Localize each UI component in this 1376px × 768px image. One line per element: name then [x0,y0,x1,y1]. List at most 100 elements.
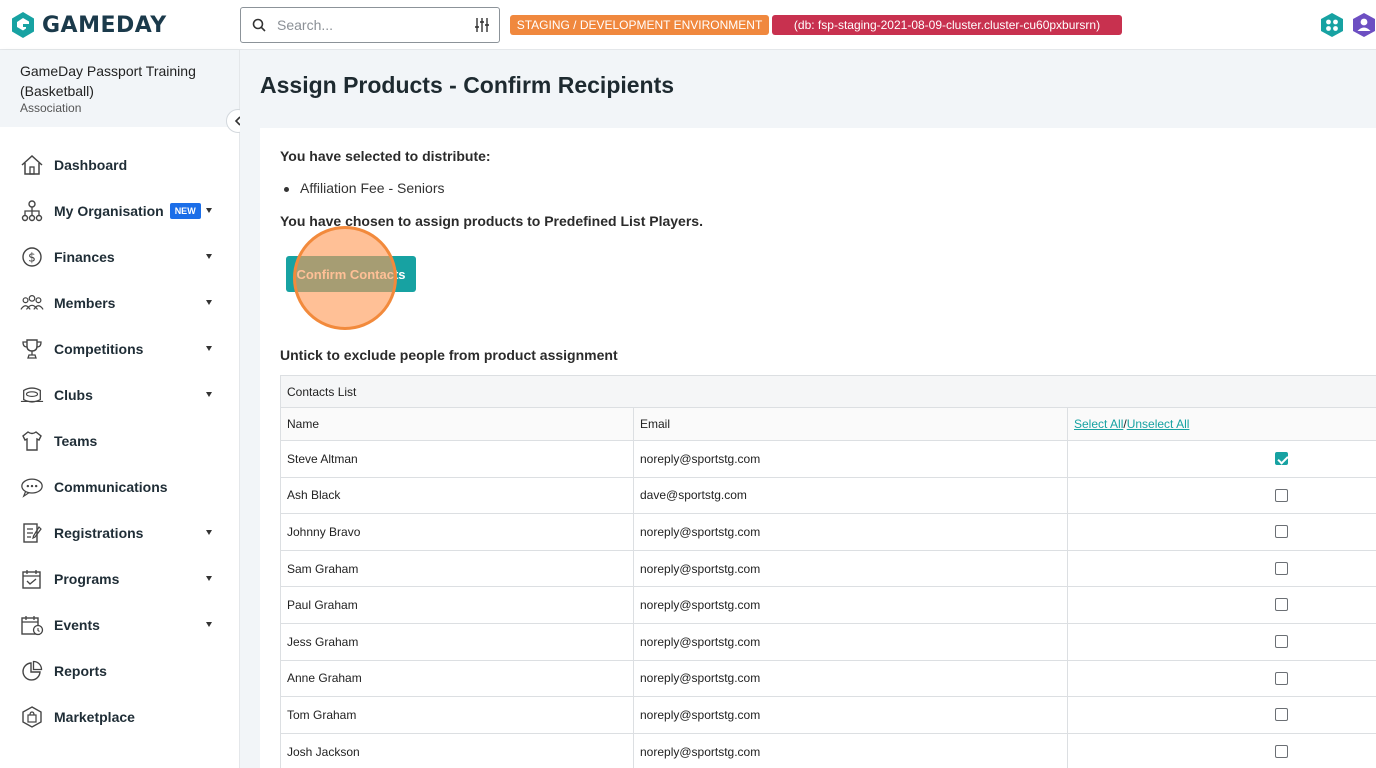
sidebar-item-label: Programs [54,571,120,587]
sidebar-item-label: Registrations [54,525,144,541]
sidebar-item-competitions[interactable]: Competitions [0,326,239,372]
contact-name: Tom Graham [281,697,634,733]
sidebar-item-label: Reports [54,663,107,679]
sidebar-item-communications[interactable]: Communications [0,464,239,510]
select-cell [1068,587,1376,623]
chevron-down-icon[interactable] [206,208,212,213]
contact-email: noreply@sportstg.com [634,697,1068,733]
select-all-link[interactable]: Select All [1074,417,1123,431]
chevron-down-icon[interactable] [206,576,212,581]
contact-email: noreply@sportstg.com [634,587,1068,623]
select-cell [1068,551,1376,587]
include-contact-checkbox[interactable] [1275,598,1288,612]
sidebar-item-my-organisation[interactable]: My Organisation NEW [0,188,239,234]
main-content: Assign Products - Confirm Recipients You… [240,50,1376,768]
table-body: Steve Altman noreply@sportstg.com Ash Blac… [281,441,1376,768]
contact-email: dave@sportstg.com [634,477,1068,514]
select-cell [1068,661,1376,697]
chevron-down-icon[interactable] [206,622,212,627]
table-row: Tom Graham noreply@sportstg.com [281,697,1376,734]
contact-email: noreply@sportstg.com [634,441,1068,477]
jersey-icon [20,429,44,453]
column-header-select: Select All / Unselect All [1068,408,1376,440]
organisation-type: Association [20,101,82,115]
include-contact-checkbox[interactable] [1275,525,1288,539]
unselect-all-link[interactable]: Unselect All [1127,417,1190,431]
contact-email: noreply@sportstg.com [634,550,1068,587]
organisation-header[interactable]: GameDay Passport Training (Basketball) A… [0,50,239,127]
sidebar-item-finances[interactable]: $ Finances [0,234,239,280]
chat-icon [20,475,44,499]
pie-chart-icon [20,659,44,683]
table-row: Anne Graham noreply@sportstg.com [281,660,1376,698]
sidebar-item-reports[interactable]: Reports [0,648,239,694]
sidebar-item-events[interactable]: Events [0,602,239,648]
include-contact-checkbox[interactable] [1275,452,1288,465]
include-contact-checkbox[interactable] [1275,634,1288,648]
table-row: Jess Graham noreply@sportstg.com [281,623,1376,661]
chevron-down-icon[interactable] [206,346,212,351]
sidebar-item-label: Events [54,617,100,633]
stadium-icon [20,383,44,407]
select-cell [1068,478,1376,514]
table-row: Ash Black dave@sportstg.com [281,477,1376,515]
sidebar-item-label: Dashboard [54,157,128,173]
sidebar-nav: Dashboard My Organisation NEW $ Finances… [0,142,239,740]
chevron-down-icon[interactable] [206,392,212,397]
chevron-down-icon[interactable] [206,300,212,305]
org-chart-icon [20,199,44,223]
contact-email: noreply@sportstg.com [634,623,1068,660]
sidebar-item-teams[interactable]: Teams [0,418,239,464]
include-contact-checkbox[interactable] [1275,708,1288,722]
sidebar-item-marketplace[interactable]: Marketplace [0,694,239,740]
table-caption: Contacts List [281,376,1376,408]
sidebar-item-label: Marketplace [54,709,135,725]
contacts-table: Contacts List Name Email Select All / Unse… [280,375,1376,768]
sidebar-item-label: Teams [54,433,98,449]
sidebar-item-label: My Organisation [54,203,164,219]
search-input[interactable] [277,17,467,33]
sidebar-item-dashboard[interactable]: Dashboard [0,142,239,188]
sidebar-item-registrations[interactable]: Registrations [0,510,239,556]
database-badge: (db: fsp-staging-2021-08-09-cluster.clus… [772,15,1122,35]
sidebar: GameDay Passport Training (Basketball) A… [0,50,240,768]
include-contact-checkbox[interactable] [1275,744,1288,758]
untick-instructions: Untick to exclude people from product as… [280,347,618,363]
contact-name: Johnny Bravo [281,514,634,550]
contact-name: Sam Graham [281,550,634,587]
filter-sliders-icon[interactable] [467,8,497,42]
chevron-down-icon[interactable] [206,254,212,259]
contact-name: Paul Graham [281,587,634,623]
sidebar-item-clubs[interactable]: Clubs [0,372,239,418]
user-account-icon[interactable] [1351,12,1376,38]
include-contact-checkbox[interactable] [1275,561,1288,575]
contact-name: Steve Altman [281,441,634,477]
calendar-icon [20,567,44,591]
confirm-contacts-button[interactable]: Confirm Contacts [286,256,416,292]
select-cell [1068,697,1376,733]
select-cell [1068,624,1376,660]
svg-text:$: $ [28,251,36,265]
sidebar-item-label: Communications [54,479,168,495]
include-contact-checkbox[interactable] [1275,671,1288,685]
gameday-logo[interactable]: GAMEDAY [10,10,167,40]
new-badge: NEW [169,203,201,219]
column-header-name: Name [281,408,634,440]
organisation-name: GameDay Passport Training (Basketball) [20,63,196,99]
sidebar-item-members[interactable]: Members [0,280,239,326]
search-box[interactable] [240,7,500,43]
select-cell [1068,514,1376,550]
sidebar-item-label: Members [54,295,116,311]
contact-name: Josh Jackson [281,733,634,768]
home-icon [20,153,44,177]
apps-grid-icon[interactable] [1319,12,1345,38]
sidebar-item-programs[interactable]: Programs [0,556,239,602]
shopping-bag-icon [20,705,44,729]
contact-email: noreply@sportstg.com [634,514,1068,550]
select-cell [1068,441,1376,477]
include-contact-checkbox[interactable] [1275,488,1288,502]
registration-icon [20,521,44,545]
table-row: Steve Altman noreply@sportstg.com [281,441,1376,478]
chevron-down-icon[interactable] [206,530,212,535]
sidebar-item-label: Finances [54,249,115,265]
